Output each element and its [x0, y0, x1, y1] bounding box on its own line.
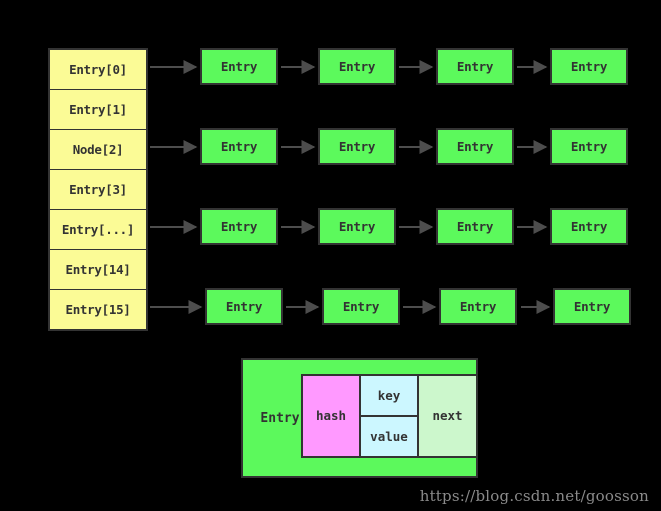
chain-3-node-3: Entry — [436, 208, 514, 245]
chain-2-node-2: Entry — [318, 128, 396, 165]
chain-1-node-1: Entry — [200, 48, 278, 85]
array-cell-4: Entry[...] — [48, 209, 148, 250]
chain-4-node-2: Entry — [322, 288, 400, 325]
field-next: next — [417, 374, 478, 458]
chain-1-node-2: Entry — [318, 48, 396, 85]
chain-1-node-4: Entry — [550, 48, 628, 85]
chain-4-node-3: Entry — [439, 288, 517, 325]
field-key: key — [359, 374, 419, 417]
array-cell-1: Entry[1] — [48, 89, 148, 130]
chain-3-node-4: Entry — [550, 208, 628, 245]
bucket-array: Entry[0] Entry[1] Node[2] Entry[3] Entry… — [48, 48, 148, 331]
chain-4-node-1: Entry — [205, 288, 283, 325]
array-cell-0: Entry[0] — [48, 48, 148, 90]
array-cell-3: Entry[3] — [48, 169, 148, 210]
entry-legend: Entry hash key next value — [241, 358, 478, 478]
chain-2-node-4: Entry — [550, 128, 628, 165]
chain-4-node-4: Entry — [553, 288, 631, 325]
array-cell-5: Entry[14] — [48, 249, 148, 290]
chain-2-node-1: Entry — [200, 128, 278, 165]
field-value: value — [359, 415, 419, 458]
chain-1-node-3: Entry — [436, 48, 514, 85]
array-cell-2: Node[2] — [48, 129, 148, 170]
field-hash: hash — [301, 374, 361, 458]
entry-fields-table: hash key next value — [301, 374, 478, 458]
chain-2-node-3: Entry — [436, 128, 514, 165]
diagram-canvas: Entry[0] Entry[1] Node[2] Entry[3] Entry… — [0, 0, 661, 511]
watermark-url: https://blog.csdn.net/goosson — [419, 487, 649, 505]
chain-3-node-1: Entry — [200, 208, 278, 245]
chain-3-node-2: Entry — [318, 208, 396, 245]
array-cell-6: Entry[15] — [48, 289, 148, 331]
